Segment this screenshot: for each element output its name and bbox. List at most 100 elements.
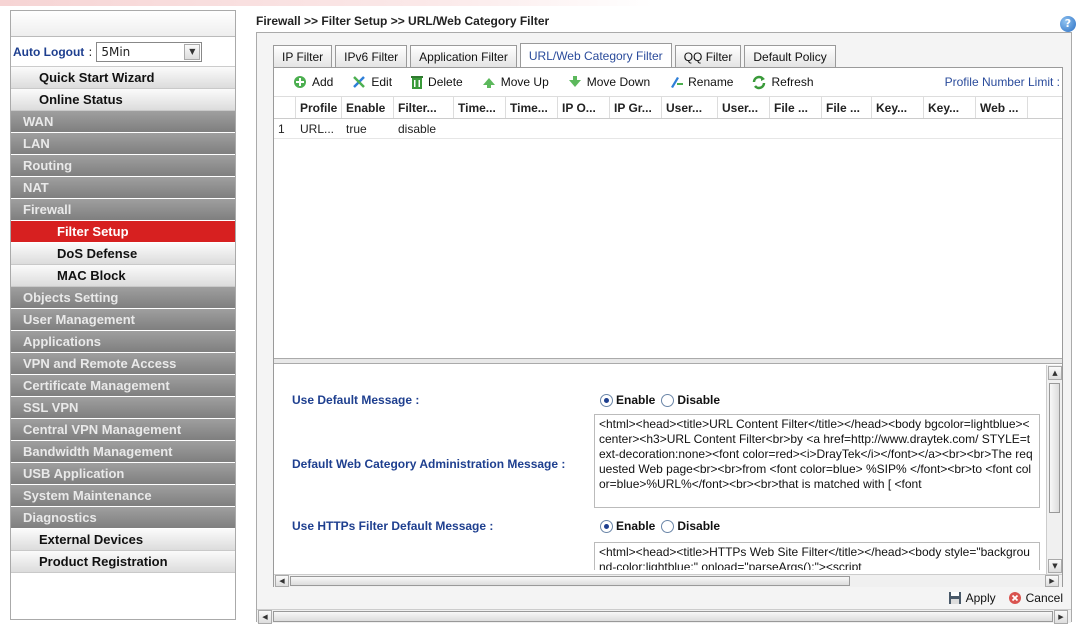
auto-logout-select[interactable]: 5Min ▼ bbox=[96, 41, 203, 62]
disable-radio[interactable] bbox=[661, 393, 675, 407]
add-button[interactable]: Add bbox=[292, 74, 333, 90]
scroll-right-icon[interactable]: ▶ bbox=[1045, 575, 1059, 587]
tab-ip-filter[interactable]: IP Filter bbox=[273, 45, 333, 67]
https-enable-radio[interactable] bbox=[600, 519, 613, 533]
scroll-left-icon[interactable]: ◀ bbox=[258, 610, 272, 624]
auto-logout-separator: : bbox=[88, 44, 93, 59]
scroll-left-icon[interactable]: ◀ bbox=[275, 575, 289, 587]
chevron-down-icon[interactable]: ▼ bbox=[184, 43, 201, 60]
table-cell bbox=[822, 119, 872, 138]
scroll-thumb[interactable] bbox=[273, 611, 1053, 622]
edit-button[interactable]: Edit bbox=[351, 74, 392, 90]
delete-button[interactable]: Delete bbox=[410, 74, 463, 90]
table-cell bbox=[718, 119, 770, 138]
https-disable-radio[interactable] bbox=[661, 519, 675, 533]
table-cell bbox=[662, 119, 718, 138]
main-content: IP Filter IPv6 Filter Application Filter UR… bbox=[256, 32, 1072, 624]
help-icon[interactable]: ? bbox=[1060, 16, 1076, 32]
sidebar-item-firewall[interactable]: Firewall bbox=[11, 199, 235, 221]
breadcrumb: Firewall >> Filter Setup >> URL/Web Cate… bbox=[256, 14, 550, 28]
move-up-button[interactable]: Move Up bbox=[481, 74, 549, 90]
column-header[interactable]: Enable bbox=[342, 97, 394, 118]
column-header[interactable]: Time... bbox=[454, 97, 506, 118]
column-header[interactable]: User... bbox=[662, 97, 718, 118]
apply-button[interactable]: Apply bbox=[948, 591, 996, 605]
column-header[interactable]: Filter... bbox=[394, 97, 454, 118]
table-row[interactable]: 1 URL... true disable bbox=[274, 119, 1062, 139]
table-body: 1 URL... true disable bbox=[274, 119, 1062, 139]
sidebar-item-vpn-and-remote-access[interactable]: VPN and Remote Access bbox=[11, 353, 235, 375]
sidebar-item-quick-start-wizard[interactable]: Quick Start Wizard bbox=[11, 67, 235, 89]
column-header[interactable]: Web ... bbox=[976, 97, 1028, 118]
table-cell bbox=[872, 119, 924, 138]
sidebar-item-dos-defense[interactable]: DoS Defense bbox=[11, 243, 235, 265]
sidebar-item-user-management[interactable]: User Management bbox=[11, 309, 235, 331]
form-horizontal-scrollbar[interactable]: ◀ ▶ bbox=[274, 574, 1062, 587]
add-label: Add bbox=[312, 75, 334, 89]
tab-qq-filter[interactable]: QQ Filter bbox=[674, 45, 742, 67]
rename-button[interactable]: Rename bbox=[668, 74, 733, 90]
profile-table: Profile Enable Filter... Time... Time... IP O… bbox=[274, 96, 1062, 358]
column-header[interactable]: Key... bbox=[924, 97, 976, 118]
https-enable-radio-label: Enable bbox=[616, 519, 656, 533]
scroll-thumb[interactable] bbox=[290, 576, 850, 586]
use-default-message-label: Use Default Message : bbox=[292, 393, 420, 407]
use-default-message-radio: Enable Disable bbox=[600, 393, 720, 407]
sidebar-item-bandwidth-management[interactable]: Bandwidth Management bbox=[11, 441, 235, 463]
sidebar-item-usb-application[interactable]: USB Application bbox=[11, 463, 235, 485]
row-index: 1 bbox=[278, 121, 285, 136]
sidebar-item-lan[interactable]: LAN bbox=[11, 133, 235, 155]
tab-url-web-category-filter[interactable]: URL/Web Category Filter bbox=[519, 43, 672, 67]
sidebar-item-wan[interactable]: WAN bbox=[11, 111, 235, 133]
splitter-handle[interactable] bbox=[274, 358, 1062, 364]
move-down-button[interactable]: Move Down bbox=[567, 74, 650, 90]
tab-application-filter[interactable]: Application Filter bbox=[410, 45, 517, 67]
column-header[interactable]: User... bbox=[718, 97, 770, 118]
tab-ipv6-filter[interactable]: IPv6 Filter bbox=[335, 45, 408, 67]
table-cell bbox=[770, 119, 822, 138]
cancel-button[interactable]: Cancel bbox=[1008, 591, 1063, 605]
https-message-textarea[interactable]: <html><head><title>HTTPs Web Site Filter… bbox=[594, 542, 1040, 570]
column-header[interactable]: File ... bbox=[770, 97, 822, 118]
tab-default-policy[interactable]: Default Policy bbox=[744, 45, 836, 67]
table-cell bbox=[454, 119, 506, 138]
sidebar-item-diagnostics[interactable]: Diagnostics bbox=[11, 507, 235, 529]
page-horizontal-scrollbar[interactable]: ◀ ▶ bbox=[257, 609, 1071, 624]
default-admin-message-textarea[interactable]: <html><head><title>URL Content Filter</t… bbox=[594, 414, 1040, 508]
column-header[interactable]: Profile bbox=[296, 97, 342, 118]
scroll-right-icon[interactable]: ▶ bbox=[1054, 610, 1068, 624]
use-https-message-radio: Enable Disable bbox=[600, 519, 720, 533]
sidebar-item-product-registration[interactable]: Product Registration bbox=[11, 551, 235, 573]
enable-radio[interactable] bbox=[600, 393, 613, 407]
sidebar-header bbox=[11, 11, 235, 37]
sidebar-item-online-status[interactable]: Online Status bbox=[11, 89, 235, 111]
sidebar-item-external-devices[interactable]: External Devices bbox=[11, 529, 235, 551]
sidebar-item-applications[interactable]: Applications bbox=[11, 331, 235, 353]
refresh-button[interactable]: Refresh bbox=[751, 74, 814, 90]
sidebar-item-certificate-management[interactable]: Certificate Management bbox=[11, 375, 235, 397]
column-header[interactable]: File ... bbox=[822, 97, 872, 118]
save-icon bbox=[948, 592, 961, 604]
sidebar-item-filter-setup[interactable]: Filter Setup bbox=[11, 221, 235, 243]
column-header[interactable]: Key... bbox=[872, 97, 924, 118]
action-bar: Apply Cancel bbox=[273, 587, 1063, 609]
row-index-header bbox=[274, 97, 296, 118]
column-header[interactable]: IP Gr... bbox=[610, 97, 662, 118]
scroll-down-icon[interactable]: ▼ bbox=[1048, 559, 1062, 573]
default-admin-message-label: Default Web Category Administration Mess… bbox=[292, 457, 566, 471]
sidebar-item-central-vpn-management[interactable]: Central VPN Management bbox=[11, 419, 235, 441]
sidebar-item-mac-block[interactable]: MAC Block bbox=[11, 265, 235, 287]
sidebar-item-ssl-vpn[interactable]: SSL VPN bbox=[11, 397, 235, 419]
sidebar-item-objects-setting[interactable]: Objects Setting bbox=[11, 287, 235, 309]
sidebar-item-routing[interactable]: Routing bbox=[11, 155, 235, 177]
sidebar-item-nat[interactable]: NAT bbox=[11, 177, 235, 199]
sidebar-item-system-maintenance[interactable]: System Maintenance bbox=[11, 485, 235, 507]
scroll-up-icon[interactable]: ▲ bbox=[1048, 366, 1062, 380]
table-cell: true bbox=[346, 121, 367, 136]
scroll-thumb[interactable] bbox=[1049, 383, 1060, 513]
profile-number-limit: Profile Number Limit : bbox=[944, 75, 1060, 89]
form-vertical-scrollbar[interactable]: ▲ ▼ bbox=[1046, 365, 1062, 575]
column-header[interactable]: Time... bbox=[506, 97, 558, 118]
column-header[interactable]: IP O... bbox=[558, 97, 610, 118]
toolbar: Add Edit Delete Move Up Move Down Rename bbox=[274, 68, 1062, 96]
